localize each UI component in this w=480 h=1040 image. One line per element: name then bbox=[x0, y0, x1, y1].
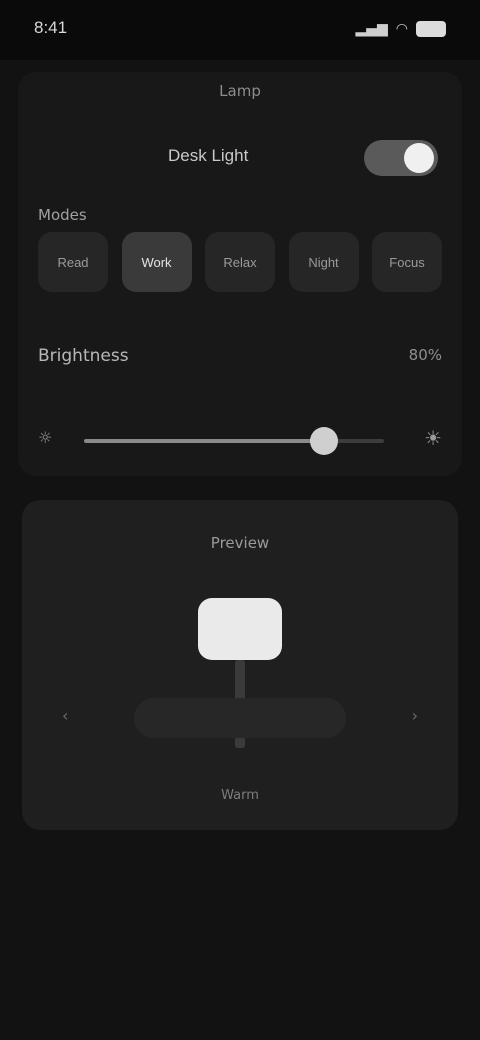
wifi-icon: ◠ bbox=[395, 21, 408, 37]
lamp-shade-icon[interactable] bbox=[198, 598, 282, 660]
mode-button-night[interactable]: Night bbox=[288, 232, 359, 292]
brightness-row: Brightness 80% bbox=[38, 342, 442, 372]
brightness-slider[interactable] bbox=[84, 427, 384, 455]
power-toggle-knob bbox=[404, 143, 434, 173]
mode-button-focus[interactable]: Focus bbox=[372, 232, 442, 292]
battery-icon bbox=[416, 21, 446, 37]
power-row: Desk Light bbox=[18, 132, 462, 182]
status-time: 8:41 bbox=[34, 18, 68, 37]
modes-label: Modes bbox=[38, 206, 87, 224]
chevron-left-icon[interactable]: ‹ bbox=[62, 706, 68, 725]
status-bar: 8:41 ▂▄▆ ◠ bbox=[0, 0, 480, 60]
power-toggle[interactable] bbox=[364, 140, 438, 176]
brightness-label: Brightness bbox=[38, 346, 129, 366]
chevron-right-icon[interactable]: › bbox=[412, 706, 418, 725]
app-screen: 8:41 ▂▄▆ ◠ Lamp Desk Light Modes Read Wor… bbox=[0, 0, 480, 1040]
mode-selector: Read Work Relax Night Focus bbox=[38, 232, 442, 292]
brightness-slider-fill bbox=[84, 439, 324, 443]
sun-large-icon: ☀ bbox=[424, 426, 442, 450]
controls-panel: Lamp Desk Light Modes Read Work Relax Night… bbox=[18, 72, 462, 476]
mode-button-read[interactable]: Read bbox=[38, 232, 108, 292]
brightness-slider-row: ☼ ☀ bbox=[38, 420, 442, 460]
panel-title: Lamp bbox=[219, 82, 261, 100]
status-icons: ▂▄▆ ◠ bbox=[355, 20, 446, 38]
lamp-base bbox=[134, 698, 346, 738]
mode-button-work[interactable]: Work bbox=[121, 232, 192, 292]
lamp-preview: Preview ‹ › Warm bbox=[22, 500, 458, 830]
mode-button-relax[interactable]: Relax bbox=[205, 232, 275, 292]
signal-icon: ▂▄▆ bbox=[355, 21, 388, 37]
brightness-slider-thumb[interactable] bbox=[310, 427, 338, 455]
power-label: Desk Light bbox=[168, 146, 249, 165]
lamp-base-row: ‹ › bbox=[62, 698, 418, 738]
preview-caption: Warm bbox=[221, 788, 259, 803]
sun-small-icon: ☼ bbox=[38, 428, 53, 447]
brightness-value: 80% bbox=[408, 346, 442, 364]
preview-title: Preview bbox=[210, 534, 270, 552]
